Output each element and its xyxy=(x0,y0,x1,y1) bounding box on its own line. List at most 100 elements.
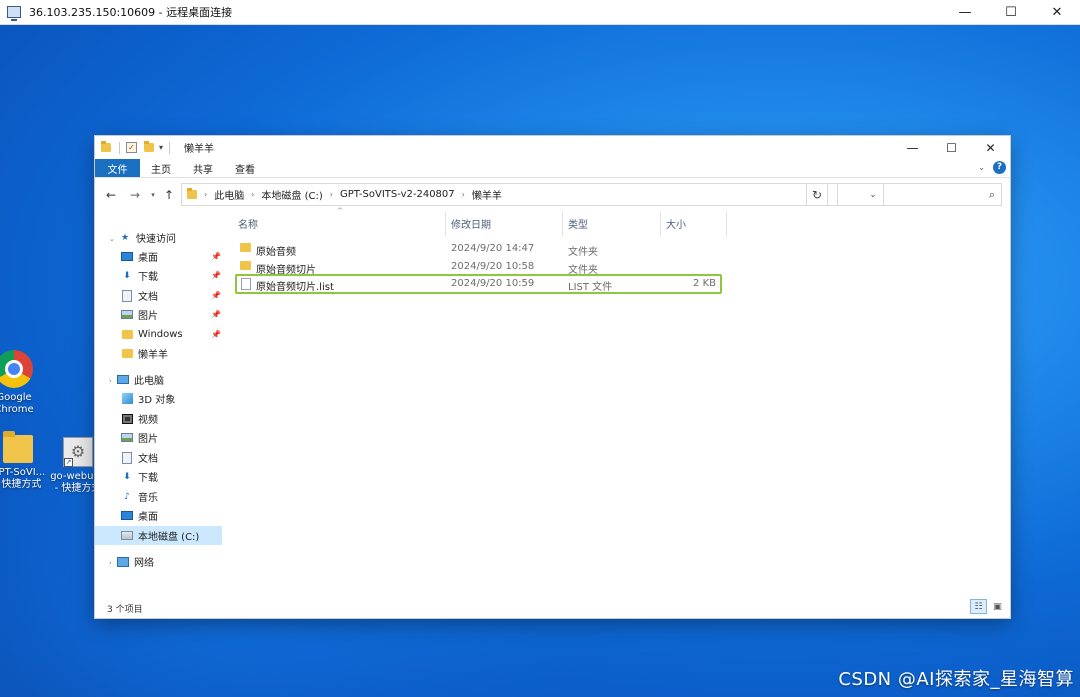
folder-icon xyxy=(3,431,33,463)
large-icons-view-button[interactable]: ▣ xyxy=(989,599,1006,614)
nav-quick-downloads[interactable]: ⬇ 下载 📌 xyxy=(95,266,223,285)
nav-network[interactable]: 网络 xyxy=(95,552,223,571)
nav-label: 图片 xyxy=(138,434,158,445)
forward-button[interactable]: → xyxy=(127,188,143,202)
back-button[interactable]: ← xyxy=(103,188,119,202)
file-size: 2 KB xyxy=(693,278,716,289)
separator xyxy=(169,141,171,154)
nav-label: 下载 xyxy=(138,272,158,283)
column-header-type[interactable]: 类型 xyxy=(568,216,588,231)
drive-icon xyxy=(121,531,133,540)
file-name: 原始音频切片.list xyxy=(256,282,334,293)
help-icon[interactable]: ? xyxy=(993,161,1006,174)
nav-label: 桌面 xyxy=(138,512,158,523)
breadcrumb-separator[interactable]: › xyxy=(204,190,207,199)
refresh-button[interactable]: ↻ xyxy=(806,183,828,206)
file-type: 文件夹 xyxy=(568,247,598,258)
remote-desktop-title: 36.103.235.150:10609 - 远程桌面连接 xyxy=(29,6,233,19)
remote-minimize-button[interactable]: — xyxy=(942,0,988,25)
nav-label: 网络 xyxy=(134,558,154,569)
breadcrumb-separator[interactable]: › xyxy=(251,190,254,199)
picture-icon xyxy=(121,310,133,319)
file-explorer-window: ✓ ▾ 懒羊羊 — ☐ ✕ 文件 主页 共享 查看 ⌄ ? ← → ▾ ↑ › … xyxy=(95,136,1010,618)
folder-icon xyxy=(240,261,251,270)
column-divider[interactable] xyxy=(562,211,563,237)
breadcrumb-local-disk[interactable]: 本地磁盘 (C:) xyxy=(261,187,322,202)
tab-view[interactable]: 查看 xyxy=(224,159,266,177)
nav-pc-3d-objects[interactable]: 3D 对象 xyxy=(95,389,223,408)
file-list: ^ 名称 修改日期 类型 大小 原始音频 2024/9/20 14:47 文件夹… xyxy=(231,207,1010,601)
maximize-button[interactable]: ☐ xyxy=(932,136,971,159)
column-header-modified[interactable]: 修改日期 xyxy=(451,216,491,231)
column-header-name[interactable]: 名称 xyxy=(238,216,258,231)
file-row-highlighted[interactable]: 原始音频切片.list 2024/9/20 10:59 LIST 文件 2 KB xyxy=(235,274,722,294)
nav-quick-access[interactable]: ★ 快速访问 xyxy=(95,228,223,247)
tab-file[interactable]: 文件 xyxy=(95,159,140,177)
file-type: LIST 文件 xyxy=(568,282,613,293)
document-icon xyxy=(122,451,132,464)
separator xyxy=(119,141,120,154)
breadcrumb-current[interactable]: 懒羊羊 xyxy=(472,187,502,202)
sort-indicator-icon: ^ xyxy=(337,207,343,215)
nav-quick-desktop[interactable]: 桌面 📌 xyxy=(95,247,223,266)
desktop-icon-chrome[interactable]: Google Chrome xyxy=(0,350,50,416)
tab-share[interactable]: 共享 xyxy=(182,159,224,177)
nav-quick-pictures[interactable]: 图片 📌 xyxy=(95,305,223,324)
minimize-button[interactable]: — xyxy=(893,136,932,159)
file-row[interactable]: 原始音频 2024/9/20 14:47 文件夹 xyxy=(236,240,721,258)
breadcrumb-this-pc[interactable]: 此电脑 xyxy=(214,187,244,202)
nav-label: 此电脑 xyxy=(134,376,164,387)
column-divider[interactable] xyxy=(445,211,446,237)
desktop-icon xyxy=(121,252,133,261)
breadcrumb-separator[interactable]: › xyxy=(462,190,465,199)
nav-label: 文档 xyxy=(138,292,158,303)
nav-pc-videos[interactable]: 视频 xyxy=(95,409,223,428)
breadcrumb-separator[interactable]: › xyxy=(330,190,333,199)
nav-pc-desktop[interactable]: 桌面 xyxy=(95,506,223,525)
column-divider[interactable] xyxy=(660,211,661,237)
search-input[interactable]: ⌕ xyxy=(837,183,1002,206)
recent-locations-button[interactable]: ▾ xyxy=(149,191,157,199)
download-icon: ⬇ xyxy=(123,471,131,482)
up-button[interactable]: ↑ xyxy=(161,188,177,202)
folder-icon xyxy=(121,349,133,358)
new-folder-icon[interactable] xyxy=(144,141,154,152)
nav-pc-music[interactable]: ♪ 音乐 xyxy=(95,487,223,506)
file-name: 原始音频 xyxy=(256,247,296,258)
quick-access-dropdown[interactable]: ▾ xyxy=(159,143,163,152)
nav-pc-documents[interactable]: 文档 xyxy=(95,448,223,467)
address-bar[interactable]: › 此电脑 › 本地磁盘 (C:) › GPT-SoVITS-v2-240807… xyxy=(181,183,884,206)
column-divider[interactable] xyxy=(726,211,727,237)
nav-this-pc[interactable]: 此电脑 xyxy=(95,370,223,389)
pin-icon: 📌 xyxy=(211,252,221,261)
computer-icon xyxy=(117,375,129,384)
tab-home[interactable]: 主页 xyxy=(140,159,182,177)
nav-label: 图片 xyxy=(138,311,158,322)
nav-quick-windows[interactable]: Windows 📌 xyxy=(95,325,223,344)
3d-objects-icon xyxy=(121,393,133,404)
file-modified: 2024/9/20 14:47 xyxy=(451,243,535,254)
breadcrumb-gpt-sovits[interactable]: GPT-SoVITS-v2-240807 xyxy=(340,189,455,200)
nav-pc-downloads[interactable]: ⬇ 下载 xyxy=(95,467,223,486)
explorer-titlebar: ✓ ▾ 懒羊羊 — ☐ ✕ xyxy=(95,136,1010,159)
music-icon: ♪ xyxy=(124,491,130,502)
window-title: 懒羊羊 xyxy=(184,144,215,155)
folder-icon xyxy=(121,330,133,339)
nav-pc-local-disk[interactable]: 本地磁盘 (C:) xyxy=(95,526,222,545)
pin-icon: 📌 xyxy=(211,310,221,319)
remote-maximize-button[interactable]: ☐ xyxy=(988,0,1034,25)
remote-desktop-icon xyxy=(7,6,21,21)
remote-close-button[interactable]: ✕ xyxy=(1034,0,1080,25)
column-header-size[interactable]: 大小 xyxy=(666,216,686,231)
nav-pc-pictures[interactable]: 图片 xyxy=(95,428,223,447)
nav-label: 3D 对象 xyxy=(138,395,176,406)
ribbon-expand-icon[interactable]: ⌄ xyxy=(978,163,985,172)
details-view-button[interactable]: ☷ xyxy=(970,599,987,614)
watermark: CSDN @AI探索家_星海智算 xyxy=(838,669,1074,690)
nav-quick-lanyangyang[interactable]: 懒羊羊 xyxy=(95,344,223,363)
properties-icon[interactable]: ✓ xyxy=(126,142,137,153)
close-button[interactable]: ✕ xyxy=(971,136,1010,159)
nav-quick-documents[interactable]: 文档 📌 xyxy=(95,286,223,305)
chrome-icon xyxy=(0,350,33,388)
desktop-icon-label: Google xyxy=(0,392,32,403)
